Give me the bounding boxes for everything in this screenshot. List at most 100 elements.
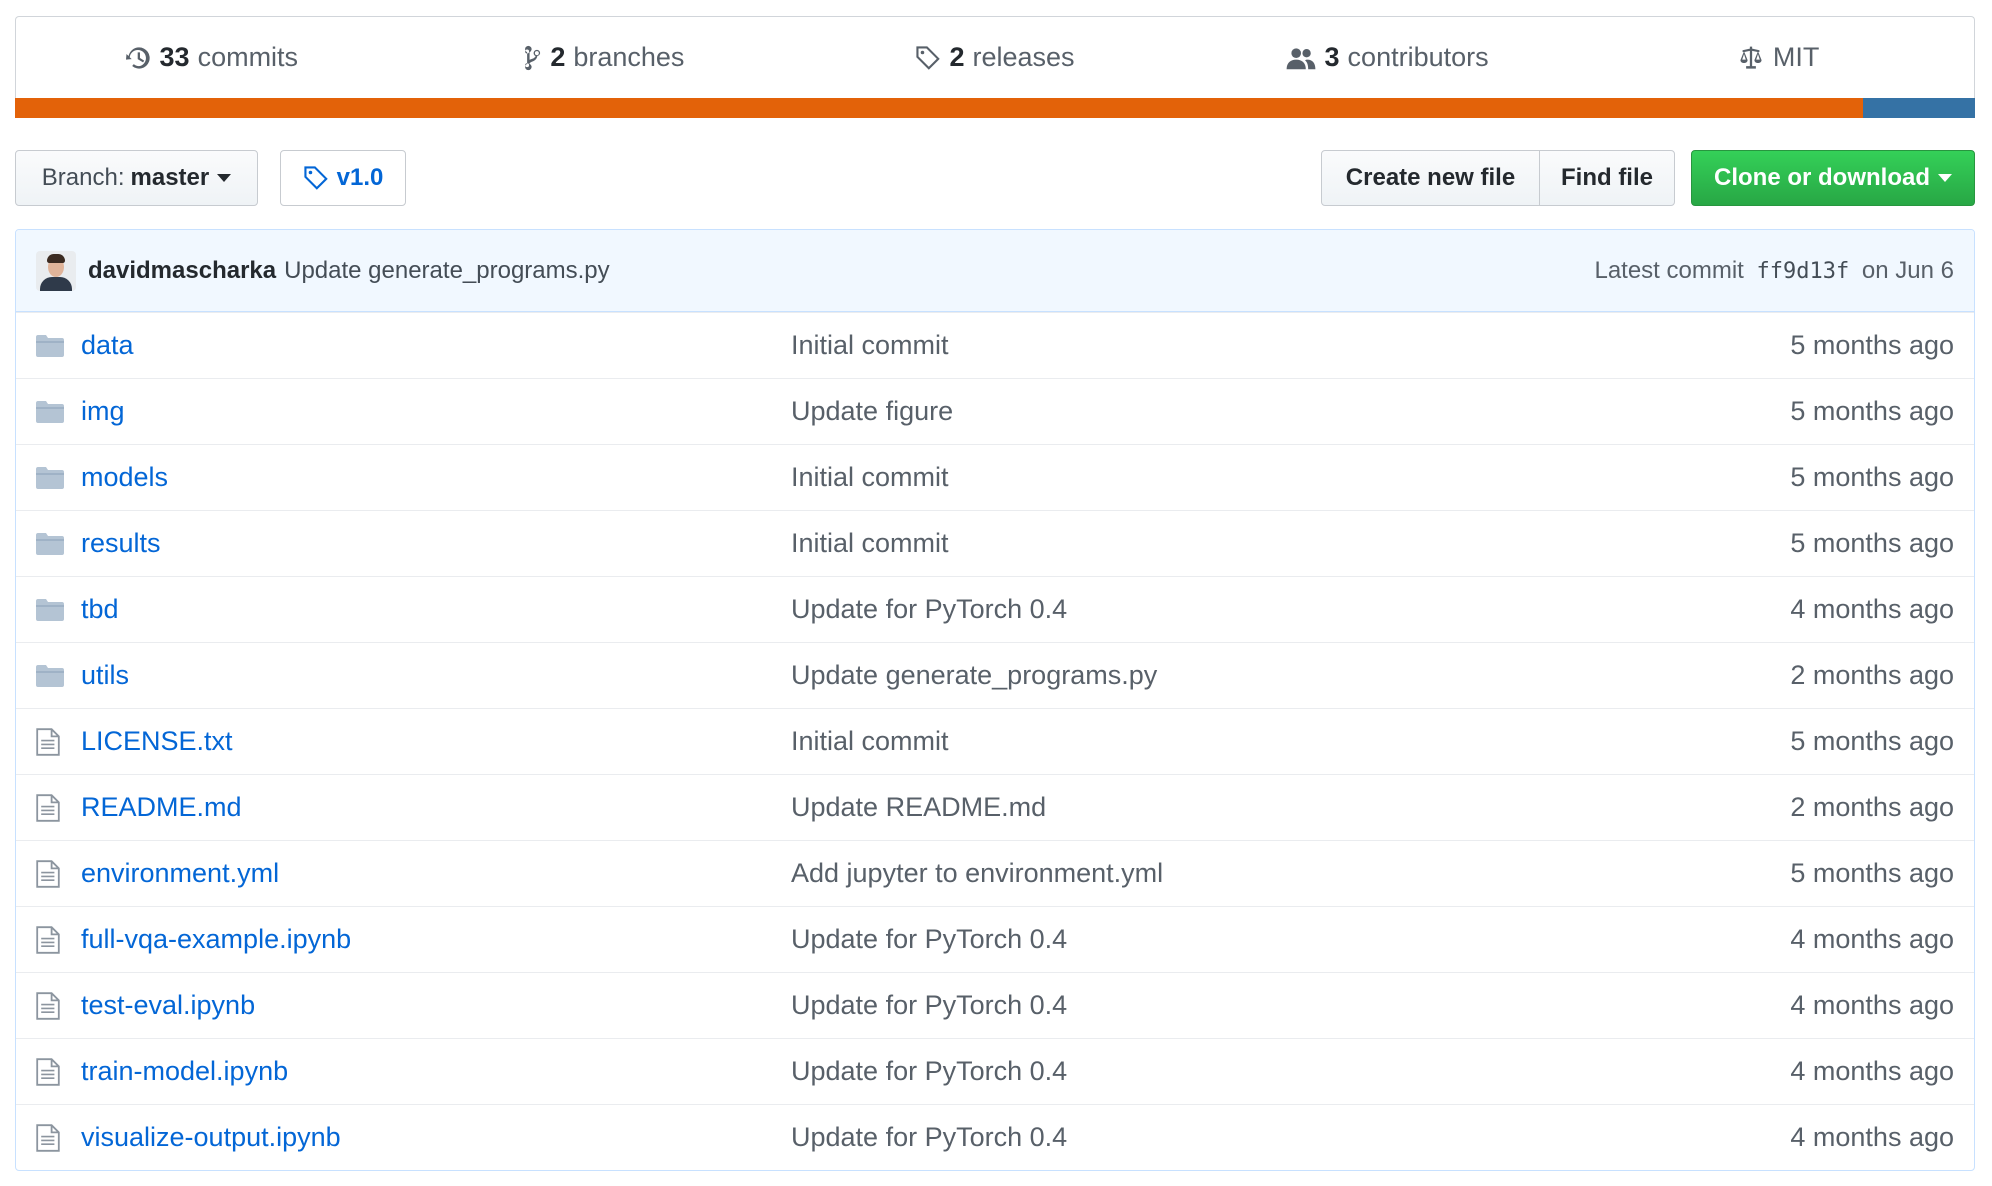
people-icon xyxy=(1286,47,1315,69)
table-row: data Initial commit 5 months ago xyxy=(16,312,1974,378)
commit-message-link[interactable]: Initial commit xyxy=(791,330,1790,361)
commit-age: 2 months ago xyxy=(1790,660,1954,690)
language-bar-segment[interactable] xyxy=(1863,98,1975,118)
table-row: tbd Update for PyTorch 0.4 4 months ago xyxy=(16,576,1974,642)
license-link[interactable]: MIT xyxy=(1582,42,1974,73)
commit-age: 4 months ago xyxy=(1790,594,1954,624)
commit-age: 2 months ago xyxy=(1790,792,1954,822)
language-bar[interactable] xyxy=(15,98,1975,118)
find-file-button[interactable]: Find file xyxy=(1539,150,1675,206)
file-name-link[interactable]: full-vqa-example.ipynb xyxy=(81,924,791,955)
commit-message-link[interactable]: Update for PyTorch 0.4 xyxy=(791,924,1790,955)
file-icon xyxy=(36,727,64,756)
releases-link[interactable]: 2 releases xyxy=(799,42,1191,73)
commit-message-link[interactable]: Update generate_programs.py xyxy=(791,660,1790,691)
commit-message-link[interactable]: Add jupyter to environment.yml xyxy=(791,858,1790,889)
commit-message-link[interactable]: Update figure xyxy=(791,396,1790,427)
commit-age: 5 months ago xyxy=(1790,330,1954,360)
commit-message-link[interactable]: Update for PyTorch 0.4 xyxy=(791,990,1790,1021)
table-row: models Initial commit 5 months ago xyxy=(16,444,1974,510)
commit-message-link[interactable]: Initial commit xyxy=(791,726,1790,757)
commit-age: 4 months ago xyxy=(1790,1122,1954,1152)
file-list: data Initial commit 5 months ago img Update … xyxy=(16,312,1974,1170)
commit-message-link[interactable]: Update for PyTorch 0.4 xyxy=(791,594,1790,625)
commit-message-link[interactable]: Update README.md xyxy=(791,792,1790,823)
latest-commit-bar: davidmascharka Update generate_programs.… xyxy=(16,230,1974,312)
file-name-link[interactable]: LICENSE.txt xyxy=(81,726,791,757)
commits-link[interactable]: 33 commits xyxy=(16,42,408,73)
file-table: davidmascharka Update generate_programs.… xyxy=(15,229,1975,1171)
contributors-link[interactable]: 3 contributors xyxy=(1191,42,1583,73)
folder-icon xyxy=(36,532,64,555)
commit-age: 5 months ago xyxy=(1790,462,1954,492)
branches-count: 2 xyxy=(550,42,566,72)
file-name-link[interactable]: results xyxy=(81,528,791,559)
latest-commit-info: Latest commit ff9d13f on Jun 6 xyxy=(1594,257,1954,285)
commits-count: 33 xyxy=(159,42,190,72)
license-label: MIT xyxy=(1772,42,1820,72)
table-row: visualize-output.ipynb Update for PyTorch… xyxy=(16,1104,1974,1170)
file-name-link[interactable]: img xyxy=(81,396,791,427)
table-row: test-eval.ipynb Update for PyTorch 0.4 4 m… xyxy=(16,972,1974,1038)
clone-or-download-button[interactable]: Clone or download xyxy=(1691,150,1975,206)
branch-prefix: Branch: xyxy=(41,164,125,191)
table-row: full-vqa-example.ipynb Update for PyTorch… xyxy=(16,906,1974,972)
commit-age: 4 months ago xyxy=(1790,1056,1954,1086)
table-row: LICENSE.txt Initial commit 5 months ago xyxy=(16,708,1974,774)
file-icon xyxy=(36,793,64,822)
commit-age: 5 months ago xyxy=(1790,726,1954,756)
commits-label: commits xyxy=(197,42,299,72)
commit-message-link[interactable]: Update for PyTorch 0.4 xyxy=(791,1122,1790,1153)
release-tag-button[interactable]: v1.0 xyxy=(280,150,406,206)
commit-age: 5 months ago xyxy=(1790,396,1954,426)
contributors-count: 3 xyxy=(1324,42,1340,72)
releases-count: 2 xyxy=(949,42,965,72)
commit-age: 5 months ago xyxy=(1790,858,1954,888)
folder-icon xyxy=(36,598,64,621)
repo-summary: 33 commits 2 branches 2 releases 3 contr… xyxy=(15,16,1975,98)
file-name-link[interactable]: tbd xyxy=(81,594,791,625)
contributors-label: contributors xyxy=(1347,42,1489,72)
file-name-link[interactable]: environment.yml xyxy=(81,858,791,889)
commit-age: 5 months ago xyxy=(1790,528,1954,558)
commit-age: 4 months ago xyxy=(1790,924,1954,954)
caret-down-icon xyxy=(1938,174,1952,182)
create-new-file-button[interactable]: Create new file xyxy=(1321,150,1540,206)
file-name-link[interactable]: train-model.ipynb xyxy=(81,1056,791,1087)
tag-label: v1.0 xyxy=(336,164,384,191)
commit-message-link[interactable]: Update for PyTorch 0.4 xyxy=(791,1056,1790,1087)
branch-select-button[interactable]: Branch: master xyxy=(15,150,258,206)
table-row: train-model.ipynb Update for PyTorch 0.4 4… xyxy=(16,1038,1974,1104)
repository-content: 33 commits 2 branches 2 releases 3 contr… xyxy=(15,16,1975,1171)
commit-author-link[interactable]: davidmascharka xyxy=(88,257,276,285)
latest-commit-prefix: Latest commit xyxy=(1594,256,1744,284)
table-row: results Initial commit 5 months ago xyxy=(16,510,1974,576)
commit-message-link[interactable]: Initial commit xyxy=(791,528,1790,559)
file-navigation: Branch: master v1.0 Create new file Find… xyxy=(15,150,1975,206)
file-name-link[interactable]: visualize-output.ipynb xyxy=(81,1122,791,1153)
commit-sha-link[interactable]: ff9d13f xyxy=(1757,259,1850,284)
branches-link[interactable]: 2 branches xyxy=(408,42,800,73)
file-name-link[interactable]: utils xyxy=(81,660,791,691)
file-icon xyxy=(36,1123,64,1152)
commit-message-link[interactable]: Update generate_programs.py xyxy=(284,257,610,285)
table-row: README.md Update README.md 2 months ago xyxy=(16,774,1974,840)
file-name-link[interactable]: README.md xyxy=(81,792,791,823)
file-name-link[interactable]: data xyxy=(81,330,791,361)
clone-label: Clone or download xyxy=(1714,164,1930,191)
folder-icon xyxy=(36,466,64,489)
commit-message-link[interactable]: Initial commit xyxy=(791,462,1790,493)
file-name-link[interactable]: models xyxy=(81,462,791,493)
caret-down-icon xyxy=(217,174,232,182)
file-name-link[interactable]: test-eval.ipynb xyxy=(81,990,791,1021)
folder-icon xyxy=(36,334,64,357)
tag-icon xyxy=(916,45,941,70)
avatar[interactable] xyxy=(36,250,76,291)
table-row: img Update figure 5 months ago xyxy=(16,378,1974,444)
commit-age: 4 months ago xyxy=(1790,990,1954,1020)
file-icon xyxy=(36,859,64,888)
language-bar-segment[interactable] xyxy=(15,98,1864,118)
commit-date: on Jun 6 xyxy=(1861,256,1954,284)
branches-label: branches xyxy=(573,42,685,72)
releases-label: releases xyxy=(972,42,1075,72)
